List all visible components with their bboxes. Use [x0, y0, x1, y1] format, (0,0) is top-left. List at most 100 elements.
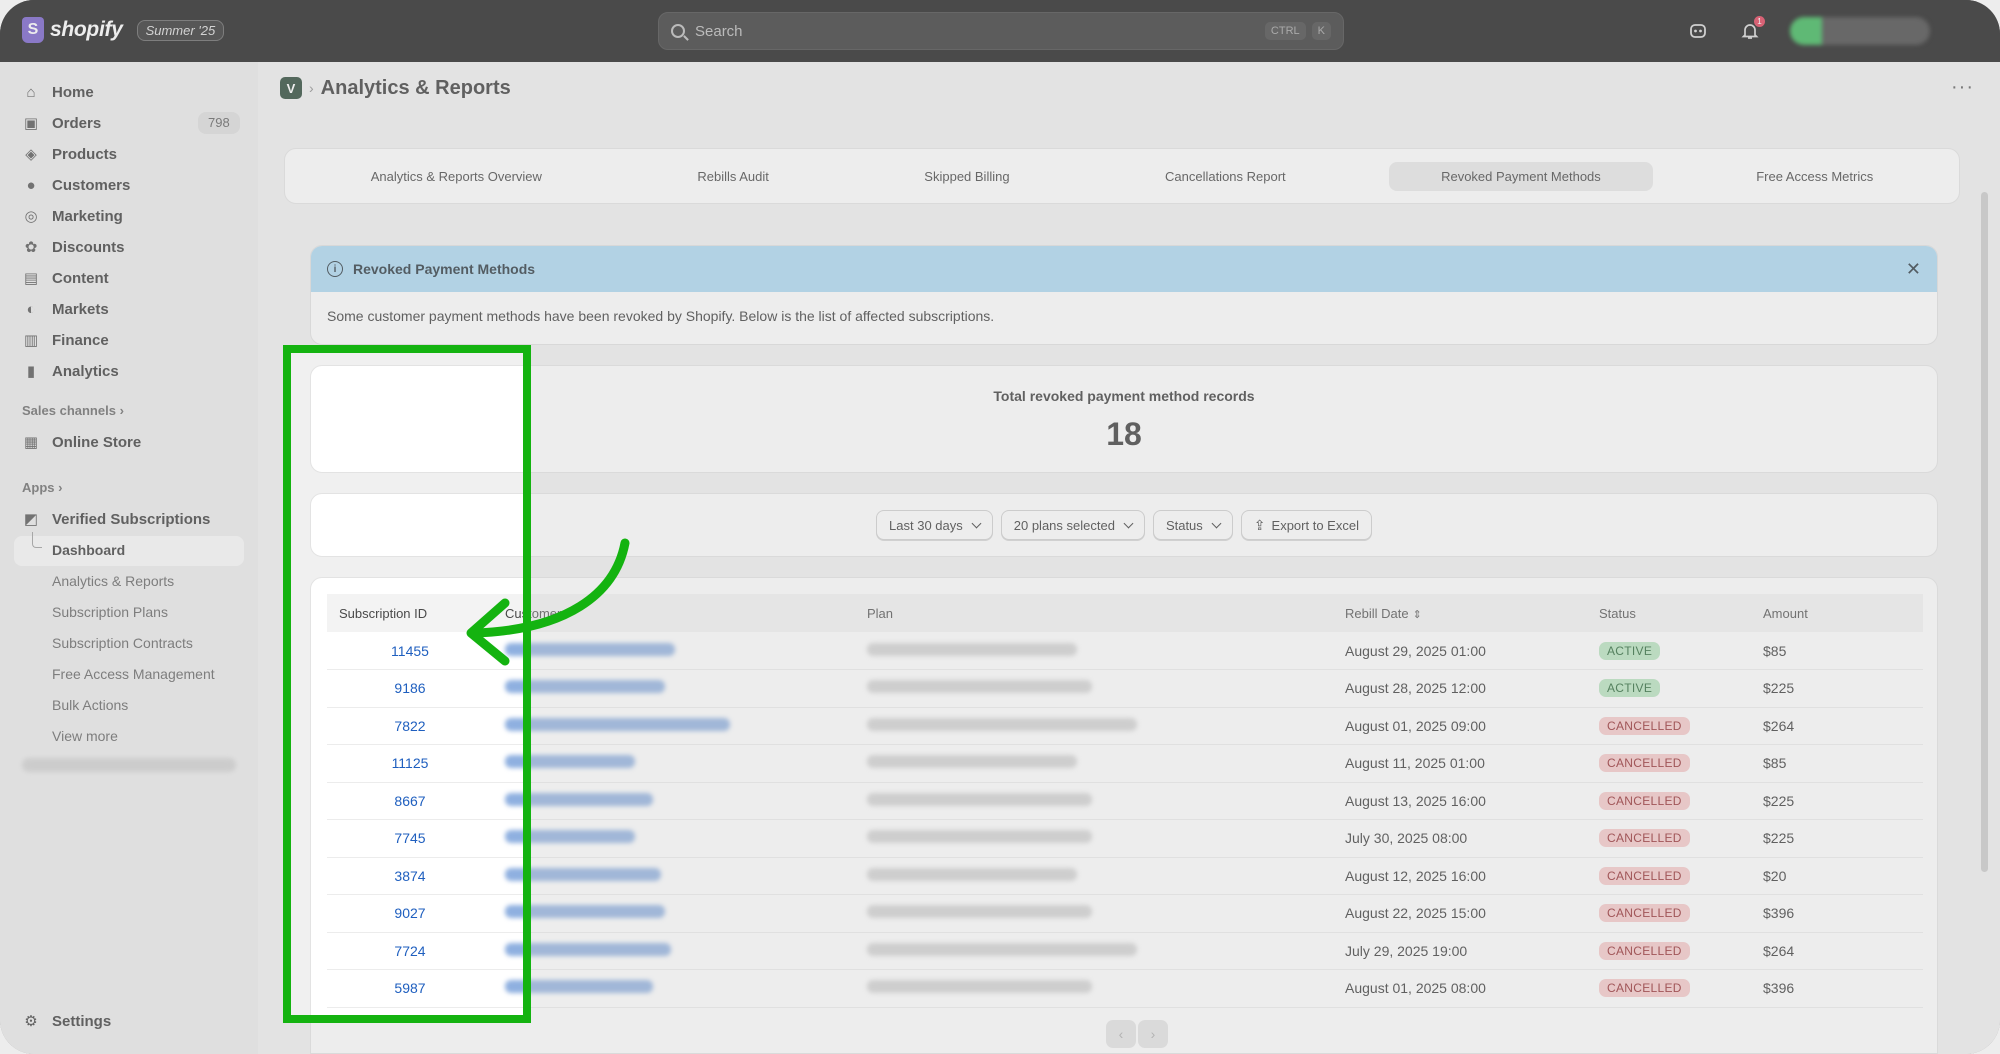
redacted-customer — [505, 867, 661, 881]
tab-cancellations-report[interactable]: Cancellations Report — [1113, 162, 1338, 191]
tab-overview[interactable]: Analytics & Reports Overview — [319, 162, 594, 191]
tab-rebills-audit[interactable]: Rebills Audit — [645, 162, 821, 191]
table-row[interactable]: 8667 August 13, 2025 16:00 CANCELLED $225 — [327, 782, 1923, 820]
subscription-id-link[interactable]: 7822 — [327, 707, 493, 745]
customer-cell[interactable] — [493, 894, 855, 933]
customer-cell[interactable] — [493, 782, 855, 820]
more-actions-icon[interactable]: ··· — [1951, 76, 1974, 99]
close-icon[interactable]: ✕ — [1906, 259, 1921, 280]
subscription-id-link[interactable]: 7745 — [327, 819, 493, 858]
sidebar-item-analytics[interactable]: ▮ Analytics — [22, 357, 119, 385]
status-cell: CANCELLED — [1587, 969, 1751, 1008]
app-window: S shopify Summer '25 Search CTRL K 1 ⌂ H… — [0, 0, 2000, 1054]
sidebar-item-discounts[interactable]: ✿ Discounts — [22, 233, 125, 261]
upload-icon: ⇪ — [1253, 516, 1266, 533]
sidebar-item-label: Settings — [52, 1012, 112, 1030]
sidebar-subitem-subscription-contracts[interactable]: Subscription Contracts — [52, 635, 193, 651]
sidekick-icon[interactable] — [1686, 19, 1710, 43]
sidebar-item-markets[interactable]: ◐ Markets — [22, 295, 108, 323]
subscription-id-link[interactable]: 11125 — [327, 744, 493, 783]
sidebar-subitem-view-more[interactable]: View more — [52, 728, 118, 744]
status-dropdown[interactable]: Status — [1152, 510, 1233, 540]
sidebar-item-settings[interactable]: ⚙ Settings — [22, 1012, 112, 1031]
table-row[interactable]: 3874 August 12, 2025 16:00 CANCELLED $20 — [327, 857, 1923, 895]
sidebar-item-online-store[interactable]: ▦ Online Store — [22, 428, 141, 456]
redacted-customer — [505, 905, 665, 919]
customer-cell[interactable] — [493, 669, 855, 708]
amount-cell: $225 — [1751, 669, 1923, 708]
rebill-date-cell: August 12, 2025 16:00 — [1333, 857, 1587, 895]
tab-skipped-billing[interactable]: Skipped Billing — [872, 162, 1061, 191]
subscription-id-link[interactable]: 7724 — [327, 932, 493, 970]
tab-free-access-metrics[interactable]: Free Access Metrics — [1704, 162, 1925, 191]
col-plan[interactable]: Plan — [855, 594, 1333, 632]
sidebar-subitem-dashboard[interactable]: Dashboard — [52, 542, 125, 558]
col-status[interactable]: Status — [1587, 594, 1751, 632]
plan-cell — [855, 932, 1333, 970]
col-subscription-id[interactable]: Subscription ID — [327, 594, 493, 632]
table-row[interactable]: 7822 August 01, 2025 09:00 CANCELLED $264 — [327, 707, 1923, 745]
sidebar-item-home[interactable]: ⌂ Home — [22, 78, 93, 106]
page-scrollbar[interactable] — [1981, 192, 1988, 872]
plan-cell — [855, 894, 1333, 933]
customer-cell[interactable] — [493, 819, 855, 858]
tab-revoked-payment-methods[interactable]: Revoked Payment Methods — [1389, 161, 1653, 191]
table-row[interactable]: 9186 August 28, 2025 12:00 ACTIVE $225 — [327, 669, 1923, 708]
subscription-id-link[interactable]: 9186 — [327, 669, 493, 708]
sidebar-item-verified-subscriptions[interactable]: ◩ Verified Subscriptions — [22, 505, 210, 533]
customer-cell[interactable] — [493, 632, 855, 670]
col-customer[interactable]: Customer — [493, 594, 855, 632]
subscription-id-link[interactable]: 9027 — [327, 894, 493, 933]
tree-connector — [32, 532, 42, 548]
table-row[interactable]: 9027 August 22, 2025 15:00 CANCELLED $396 — [327, 894, 1923, 933]
sidebar-item-content[interactable]: ▤ Content — [22, 264, 109, 292]
status-cell: ACTIVE — [1587, 632, 1751, 670]
sidebar-item-finance[interactable]: ▥ Finance — [22, 326, 109, 354]
export-button[interactable]: ⇪ Export to Excel — [1240, 510, 1372, 540]
date-range-dropdown[interactable]: Last 30 days — [876, 510, 993, 540]
banner-title: Revoked Payment Methods — [353, 261, 536, 277]
sort-icon[interactable]: ⇕ — [1413, 609, 1422, 621]
sidebar-item-products[interactable]: ◈ Products — [22, 140, 117, 168]
app-logo-icon: ◩ — [23, 511, 39, 528]
subscription-id-link[interactable]: 3874 — [327, 857, 493, 895]
summary-card: Total revoked payment method records 18 — [310, 365, 1938, 473]
table-row[interactable]: 7724 July 29, 2025 19:00 CANCELLED $264 — [327, 932, 1923, 970]
page-header: V › Analytics & Reports — [280, 64, 511, 112]
sidebar-item-customers[interactable]: ● Customers — [22, 171, 130, 199]
sidebar-subitem-free-access[interactable]: Free Access Management — [52, 666, 215, 682]
edition-badge[interactable]: Summer '25 — [136, 19, 225, 41]
sidebar-subitem-bulk-actions[interactable]: Bulk Actions — [52, 697, 128, 713]
subscription-id-link[interactable]: 11455 — [327, 632, 493, 670]
sales-channels-heading[interactable]: Sales channels › — [22, 403, 124, 418]
verified-subscriptions-logo-icon[interactable]: V — [280, 77, 302, 99]
subscription-id-link[interactable]: 5987 — [327, 969, 493, 1008]
notifications-bell-icon[interactable]: 1 — [1738, 16, 1765, 43]
apps-heading[interactable]: Apps › — [22, 480, 62, 495]
search-bar[interactable]: Search CTRL K — [658, 12, 1344, 50]
customer-cell[interactable] — [493, 932, 855, 970]
plans-dropdown[interactable]: 20 plans selected — [1000, 510, 1145, 540]
table-row[interactable]: 11125 August 11, 2025 01:00 CANCELLED $85 — [327, 744, 1923, 783]
customer-cell[interactable] — [493, 969, 855, 1008]
col-rebill-date[interactable]: Rebill Date ⇕ — [1333, 594, 1587, 632]
rebill-date-cell: July 29, 2025 19:00 — [1333, 932, 1587, 970]
shopify-logo[interactable]: S shopify Summer '25 — [22, 17, 225, 43]
table-row[interactable]: 11455 August 29, 2025 01:00 ACTIVE $85 — [327, 632, 1923, 670]
next-page-icon[interactable]: › — [1138, 1020, 1168, 1048]
customer-cell[interactable] — [493, 857, 855, 895]
table-row[interactable]: 7745 July 30, 2025 08:00 CANCELLED $225 — [327, 819, 1923, 858]
customer-cell[interactable] — [493, 707, 855, 745]
sidebar-subitem-subscription-plans[interactable]: Subscription Plans — [52, 604, 168, 620]
col-amount[interactable]: Amount — [1751, 594, 1923, 632]
sidebar-item-marketing[interactable]: ◎ Marketing — [22, 202, 122, 230]
sidebar-item-label: Online Store — [52, 433, 142, 451]
account-avatar[interactable] — [1790, 17, 1930, 45]
sidebar-subitem-analytics-reports[interactable]: Analytics & Reports — [52, 573, 174, 589]
search-icon — [671, 24, 685, 38]
customer-cell[interactable] — [493, 744, 855, 783]
table-row[interactable]: 5987 August 01, 2025 08:00 CANCELLED $396 — [327, 969, 1923, 1008]
previous-page-icon[interactable]: ‹ — [1106, 1020, 1136, 1048]
sidebar-item-orders[interactable]: ▣ Orders — [22, 109, 101, 137]
subscription-id-link[interactable]: 8667 — [327, 782, 493, 820]
